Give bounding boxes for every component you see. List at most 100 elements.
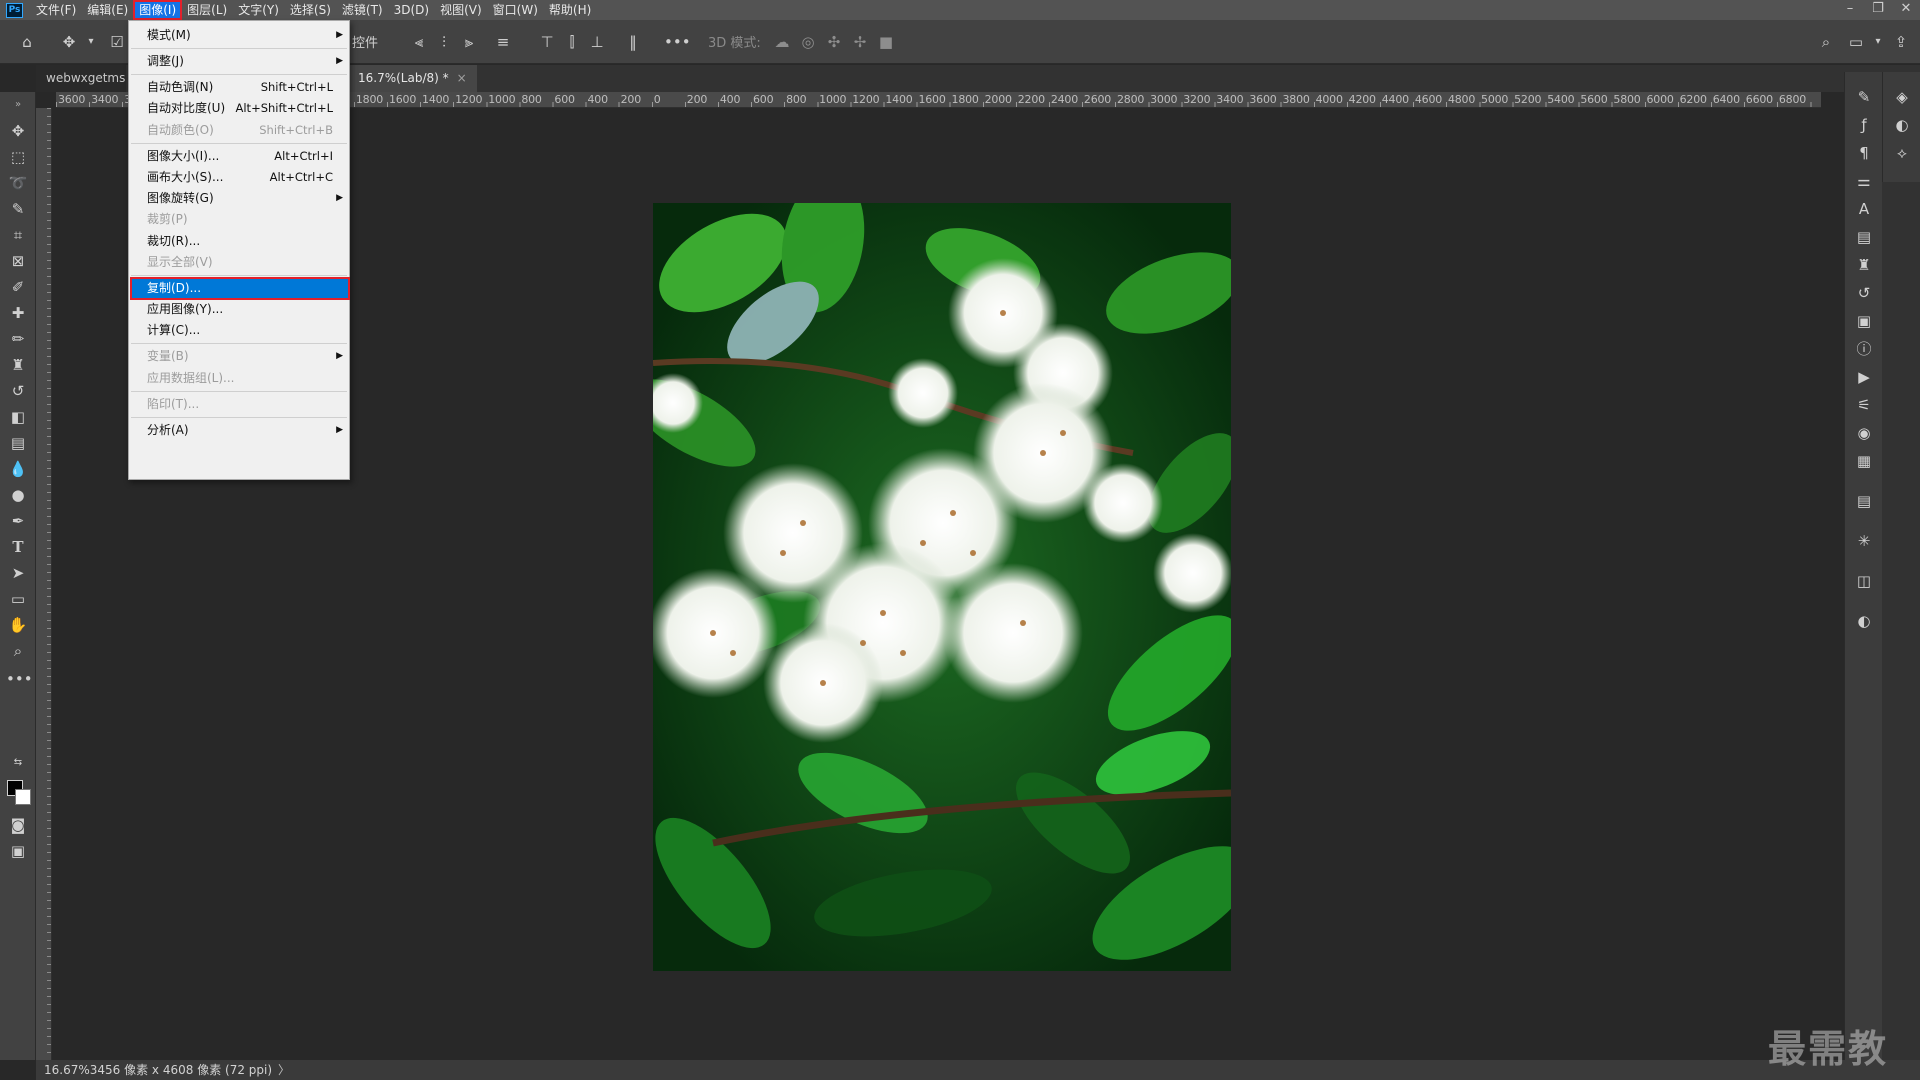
menu-edit[interactable]: 编辑(E) bbox=[82, 1, 133, 19]
3d-orbit-icon[interactable]: ☁ bbox=[771, 31, 793, 53]
zoom-tool-icon[interactable]: ⌕ bbox=[6, 640, 30, 662]
history-icon[interactable]: ↺ bbox=[1852, 282, 1876, 304]
menu-3d[interactable]: 3D(D) bbox=[389, 1, 434, 19]
close-button[interactable]: ✕ bbox=[1892, 0, 1920, 20]
menu-help[interactable]: 帮助(H) bbox=[544, 1, 596, 19]
menu-type[interactable]: 文字(Y) bbox=[233, 1, 284, 19]
document-image[interactable] bbox=[653, 203, 1231, 971]
align-left-icon[interactable]: ⫷ bbox=[408, 31, 430, 53]
glyphs-icon[interactable]: ▤ bbox=[1852, 226, 1876, 248]
color-icon[interactable]: ◐ bbox=[1890, 114, 1914, 136]
navigator-icon[interactable]: ✳ bbox=[1852, 530, 1876, 552]
3d-slide-icon[interactable]: ✢ bbox=[849, 31, 871, 53]
menu-item[interactable]: 自动颜色(O) Shift+Ctrl+B bbox=[129, 120, 349, 141]
character-icon[interactable]: A bbox=[1852, 198, 1876, 220]
type-tool-icon[interactable]: T bbox=[6, 536, 30, 558]
chevron-right-icon[interactable]: 〉 bbox=[278, 1063, 290, 1077]
lasso-tool-icon[interactable]: ➰ bbox=[6, 172, 30, 194]
share-icon[interactable]: ⇪ bbox=[1890, 31, 1912, 53]
menu-view[interactable]: 视图(V) bbox=[435, 1, 487, 19]
menu-item[interactable]: 陷印(T)... bbox=[129, 394, 349, 415]
eraser-tool-icon[interactable]: ◧ bbox=[6, 406, 30, 428]
zoom-level[interactable]: 16.67% bbox=[44, 1063, 90, 1077]
align-middle-icon[interactable]: ⫿ bbox=[561, 31, 583, 53]
healing-brush-icon[interactable]: ✚ bbox=[6, 302, 30, 324]
align-center-icon[interactable]: ⫶ bbox=[433, 31, 455, 53]
menu-item[interactable]: 裁切(R)... bbox=[129, 231, 349, 252]
quick-select-tool-icon[interactable]: ✎ bbox=[6, 198, 30, 220]
collapse-icon[interactable]: » bbox=[6, 94, 30, 116]
quick-mask-icon[interactable]: ◙ bbox=[6, 814, 30, 836]
menu-item[interactable]: 画布大小(S)... Alt+Ctrl+C bbox=[129, 167, 349, 188]
menu-item[interactable]: 应用图像(Y)... bbox=[129, 299, 349, 320]
clone-source-icon[interactable]: ♜ bbox=[1852, 254, 1876, 276]
menu-item[interactable]: 计算(C)... bbox=[129, 320, 349, 341]
adjustments-icon[interactable]: ◐ bbox=[1852, 610, 1876, 632]
auto-select-checkbox[interactable]: ☑ bbox=[106, 31, 128, 53]
3d-roll-icon[interactable]: ◎ bbox=[797, 31, 819, 53]
3d-scale-icon[interactable]: ■ bbox=[875, 31, 897, 53]
gradient-tool-icon[interactable]: ▤ bbox=[6, 432, 30, 454]
menu-item[interactable]: 应用数据组(L)... bbox=[129, 368, 349, 389]
brushes-icon[interactable]: ƒ bbox=[1852, 114, 1876, 136]
pen-tool-icon[interactable]: ✒ bbox=[6, 510, 30, 532]
align-right-icon[interactable]: ⫸ bbox=[458, 31, 480, 53]
move-tool-icon[interactable]: ✥ bbox=[58, 31, 80, 53]
channels-icon[interactable]: ◫ bbox=[1852, 570, 1876, 592]
menu-window[interactable]: 窗口(W) bbox=[488, 1, 543, 19]
menu-item[interactable]: 自动对比度(U) Alt+Shift+Ctrl+L bbox=[129, 98, 349, 119]
frame-tool-icon[interactable]: ⊠ bbox=[6, 250, 30, 272]
timeline-icon[interactable]: ⚟ bbox=[1852, 394, 1876, 416]
menu-item[interactable]: 裁剪(P) bbox=[129, 209, 349, 230]
brush-tool-icon[interactable]: ✏ bbox=[6, 328, 30, 350]
menu-image[interactable]: 图像(I) bbox=[133, 0, 183, 20]
chevron-down-icon[interactable]: ▾ bbox=[80, 31, 102, 53]
tool-presets-icon[interactable]: ▣ bbox=[1852, 310, 1876, 332]
crop-tool-icon[interactable]: ⌗ bbox=[6, 224, 30, 246]
paths-icon[interactable]: ⟡ bbox=[1890, 142, 1914, 164]
swap-colors-icon[interactable]: ⇆ bbox=[6, 752, 30, 774]
path-select-icon[interactable]: ➤ bbox=[6, 562, 30, 584]
tab-active-document[interactable]: 16.7%(Lab/8) * × bbox=[348, 65, 477, 92]
tab-webwxgetmsg[interactable]: webwxgetmsg bbox=[36, 65, 126, 92]
distribute-icon[interactable]: ≡ bbox=[492, 31, 514, 53]
menu-layer[interactable]: 图层(L) bbox=[182, 1, 232, 19]
menu-item[interactable]: 分析(A) ▶ bbox=[129, 420, 349, 441]
distribute-vertical-icon[interactable]: ‖ bbox=[622, 31, 644, 53]
menu-item[interactable]: 图像大小(I)... Alt+Ctrl+I bbox=[129, 146, 349, 167]
restore-button[interactable]: ❐ bbox=[1864, 0, 1892, 20]
background-color-swatch[interactable] bbox=[15, 789, 31, 805]
info-icon[interactable]: ⓘ bbox=[1852, 338, 1876, 360]
move-tool-icon[interactable]: ✥ bbox=[6, 120, 30, 142]
dodge-tool-icon[interactable]: ● bbox=[6, 484, 30, 506]
menu-item[interactable]: 显示全部(V) bbox=[129, 252, 349, 273]
blur-tool-icon[interactable]: 💧 bbox=[6, 458, 30, 480]
menu-item[interactable]: 调整(J) ▶ bbox=[129, 51, 349, 72]
3d-icon[interactable]: ◉ bbox=[1852, 422, 1876, 444]
properties-icon[interactable]: ⚌ bbox=[1852, 170, 1876, 192]
paragraph-icon[interactable]: ¶ bbox=[1852, 142, 1876, 164]
layers-icon[interactable]: ◈ bbox=[1890, 86, 1914, 108]
align-top-icon[interactable]: ⊤ bbox=[536, 31, 558, 53]
edit-toolbar-icon[interactable]: ••• bbox=[6, 668, 33, 690]
minimize-button[interactable]: – bbox=[1836, 0, 1864, 20]
screen-mode-icon[interactable]: ▣ bbox=[6, 840, 30, 862]
stamp-tool-icon[interactable]: ♜ bbox=[6, 354, 30, 376]
menu-select[interactable]: 选择(S) bbox=[285, 1, 336, 19]
actions-icon[interactable]: ▶ bbox=[1852, 366, 1876, 388]
table-icon[interactable]: ▦ bbox=[1852, 450, 1876, 472]
brush-settings-icon[interactable]: ✎ bbox=[1852, 86, 1876, 108]
rectangle-tool-icon[interactable]: ▭ bbox=[6, 588, 30, 610]
marquee-tool-icon[interactable]: ⬚ bbox=[6, 146, 30, 168]
menu-item[interactable]: 图像旋转(G) ▶ bbox=[129, 188, 349, 209]
workspace-chevron-icon[interactable]: ▾ bbox=[1867, 31, 1889, 53]
more-options-icon[interactable]: ••• bbox=[664, 31, 691, 53]
workspace-icon[interactable]: ▭ bbox=[1845, 31, 1867, 53]
menu-filter[interactable]: 滤镜(T) bbox=[337, 1, 388, 19]
menu-item[interactable]: 自动色调(N) Shift+Ctrl+L bbox=[129, 77, 349, 98]
home-icon[interactable]: ⌂ bbox=[16, 31, 38, 53]
menu-item[interactable]: 模式(M) ▶ bbox=[129, 25, 349, 46]
search-icon[interactable]: ⌕ bbox=[1815, 31, 1837, 53]
notes-icon[interactable]: ▤ bbox=[1852, 490, 1876, 512]
hand-tool-icon[interactable]: ✋ bbox=[6, 614, 30, 636]
